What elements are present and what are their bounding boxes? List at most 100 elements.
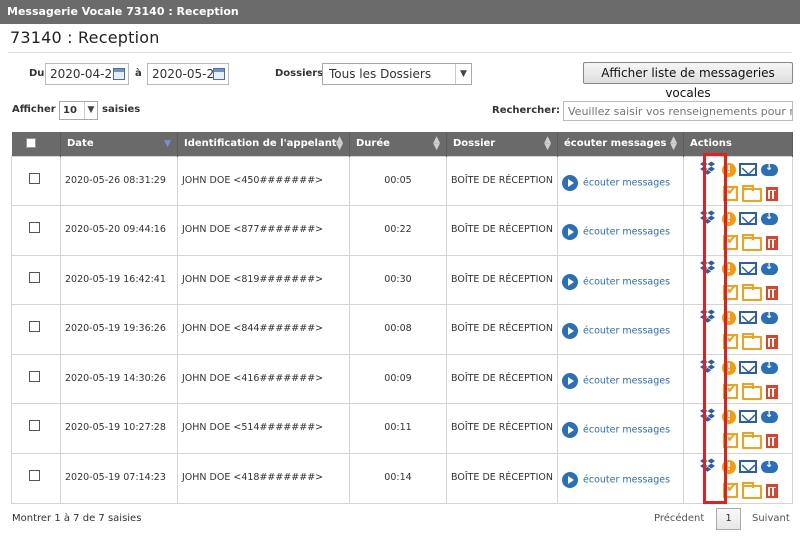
checkmark-icon[interactable] (723, 183, 738, 201)
mail-icon[interactable] (739, 460, 757, 474)
to-date-value: 2020-05-26 (152, 67, 222, 81)
row-checkbox[interactable] (29, 172, 40, 184)
warning-icon[interactable]: ! (722, 360, 736, 375)
folder-icon[interactable] (742, 333, 762, 351)
folder-icon[interactable] (742, 283, 762, 301)
calendar-icon[interactable] (113, 68, 125, 80)
mail-icon[interactable] (739, 162, 757, 176)
warning-icon[interactable]: ! (722, 410, 736, 425)
trash-icon[interactable] (766, 236, 778, 251)
mail-icon[interactable] (739, 212, 757, 226)
dropbox-icon[interactable] (700, 309, 715, 324)
next-page-link[interactable]: Suivant (752, 513, 790, 524)
column-header-duration[interactable]: Durée ▲ ▼ (349, 132, 447, 156)
cloud-download-icon[interactable] (761, 211, 778, 226)
listen-link[interactable]: écouter messages (583, 276, 670, 287)
calendar-icon[interactable] (213, 68, 225, 80)
page-number-button[interactable]: 1 (716, 508, 741, 530)
trash-icon[interactable] (766, 484, 778, 499)
table-row: 2020-05-26 08:31:29 JOHN DOE <450#######>… (11, 155, 793, 207)
column-header-listen[interactable]: écouter messages ▲ ▼ (557, 132, 684, 156)
folder-icon[interactable] (742, 382, 762, 400)
table-row: 2020-05-19 07:14:23 JOHN DOE <418#######>… (11, 453, 793, 504)
page-title: 73140 : Reception (10, 28, 160, 47)
mail-icon[interactable] (739, 311, 757, 325)
divider (8, 52, 792, 53)
listen-link[interactable]: écouter messages (583, 326, 670, 337)
checkmark-icon[interactable] (723, 480, 738, 499)
cloud-download-icon[interactable] (761, 360, 778, 374)
checkmark-icon[interactable] (723, 232, 738, 251)
dropbox-icon[interactable] (700, 408, 715, 423)
row-checkbox[interactable] (29, 222, 40, 234)
column-header-folder[interactable]: Dossier ▲ ▼ (446, 132, 558, 156)
chevron-down-icon: ▼ (84, 102, 97, 119)
warning-icon[interactable]: ! (722, 212, 736, 227)
page-size-select[interactable]: 10 ▼ (59, 101, 98, 120)
folder-cell: BOÎTE DE RÉCEPTION (446, 453, 558, 504)
trash-icon[interactable] (766, 335, 778, 350)
checkmark-icon[interactable] (723, 282, 738, 300)
entries-info: Montrer 1 à 7 de 7 saisies (12, 513, 142, 524)
play-icon[interactable] (562, 273, 578, 290)
checkmark-icon[interactable] (723, 331, 738, 350)
dropbox-icon[interactable] (700, 260, 715, 274)
select-all-header[interactable] (11, 132, 61, 156)
column-header-caller[interactable]: Identification de l'appelant ▲ ▼ (177, 132, 350, 156)
row-checkbox[interactable] (29, 271, 40, 283)
play-icon[interactable] (562, 174, 578, 191)
mail-icon[interactable] (739, 360, 757, 374)
warning-icon[interactable]: ! (722, 162, 736, 177)
column-header-date[interactable]: Date ▼ (60, 132, 178, 156)
row-checkbox[interactable] (29, 370, 40, 382)
search-input[interactable] (563, 101, 793, 121)
cloud-download-icon[interactable] (761, 459, 778, 474)
folder-icon[interactable] (742, 482, 762, 500)
dropbox-icon[interactable] (700, 161, 715, 175)
trash-icon[interactable] (766, 384, 778, 399)
cloud-download-icon[interactable] (761, 409, 778, 424)
warning-icon[interactable]: ! (722, 460, 736, 475)
dropbox-icon[interactable] (700, 210, 715, 224)
listen-cell: écouter messages (557, 353, 684, 405)
listen-link[interactable]: écouter messages (583, 227, 670, 238)
dropbox-icon[interactable] (700, 458, 715, 472)
play-icon[interactable] (562, 472, 578, 489)
row-checkbox[interactable] (29, 321, 40, 333)
cloud-download-icon[interactable] (761, 261, 778, 275)
folder-cell: BOÎTE DE RÉCEPTION (446, 403, 558, 455)
listen-link[interactable]: écouter messages (583, 177, 670, 188)
mail-icon[interactable] (739, 410, 757, 424)
checkmark-icon[interactable] (723, 381, 738, 399)
trash-icon[interactable] (766, 434, 778, 449)
play-icon[interactable] (562, 224, 578, 241)
folder-icon[interactable] (742, 234, 762, 252)
folder-icon[interactable] (742, 432, 762, 450)
warning-icon[interactable]: ! (722, 261, 736, 276)
to-date-input[interactable]: 2020-05-26 (147, 63, 229, 85)
listen-link[interactable]: écouter messages (583, 475, 670, 486)
play-icon[interactable] (562, 372, 578, 389)
sort-icon: ▲ ▼ (336, 135, 343, 152)
play-icon[interactable] (562, 422, 578, 439)
folder-label: Dossiers (275, 68, 324, 79)
listen-link[interactable]: écouter messages (583, 425, 670, 436)
row-checkbox[interactable] (29, 470, 40, 482)
row-checkbox[interactable] (29, 420, 40, 432)
select-all-checkbox[interactable] (25, 138, 36, 149)
show-voicemail-list-button[interactable]: Afficher liste de messageries vocales (583, 62, 793, 100)
previous-page-link[interactable]: Précédent (654, 513, 704, 524)
folder-select[interactable]: Tous les Dossiers ▼ (322, 63, 472, 85)
checkmark-icon[interactable] (723, 430, 738, 449)
play-icon[interactable] (562, 323, 578, 340)
from-date-input[interactable]: 2020-04-26 (45, 63, 129, 85)
trash-icon[interactable] (766, 285, 778, 300)
trash-icon[interactable] (766, 186, 778, 201)
cloud-download-icon[interactable] (761, 162, 778, 176)
cloud-download-icon[interactable] (761, 310, 778, 325)
dropbox-icon[interactable] (700, 359, 715, 373)
mail-icon[interactable] (739, 261, 757, 275)
warning-icon[interactable]: ! (722, 311, 736, 326)
folder-icon[interactable] (742, 184, 762, 202)
listen-link[interactable]: écouter messages (583, 375, 670, 386)
